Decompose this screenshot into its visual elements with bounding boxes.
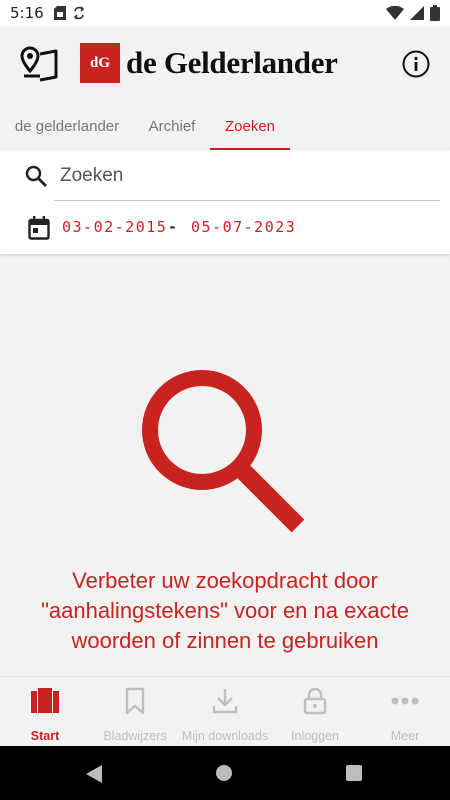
calendar-icon[interactable] — [28, 216, 50, 240]
nav-label-downloads: Mijn downloads — [181, 729, 269, 743]
logo: dG de Gelderlander — [80, 43, 338, 83]
tab-zoeken[interactable]: Zoeken — [210, 102, 290, 150]
sim-card-icon — [53, 6, 66, 20]
nav-start[interactable]: Start — [0, 677, 90, 746]
system-nav-bar — [0, 746, 450, 800]
nav-more[interactable]: Meer — [360, 677, 450, 746]
search-icon — [25, 165, 47, 187]
nav-label-more: Meer — [390, 729, 420, 743]
more-icon — [391, 697, 419, 705]
tab-bar: de gelderlander Archief Zoeken — [0, 102, 450, 150]
nav-label-bookmarks: Bladwijzers — [103, 729, 167, 743]
sync-icon — [73, 6, 84, 20]
download-icon — [212, 689, 238, 714]
nav-bookmarks[interactable]: Bladwijzers — [90, 677, 180, 746]
map-location-icon[interactable] — [20, 46, 60, 82]
newspaper-icon — [31, 688, 59, 713]
search-input[interactable] — [60, 158, 440, 194]
search-underline — [54, 200, 440, 201]
bookmark-icon — [125, 687, 145, 715]
wifi-icon — [386, 6, 404, 20]
nav-label-login: Inloggen — [291, 729, 339, 743]
home-icon[interactable] — [216, 765, 232, 781]
app-header: dG de Gelderlander — [0, 26, 450, 102]
date-to[interactable]: 05-07-2023 — [191, 218, 296, 236]
nav-downloads[interactable]: Mijn downloads — [180, 677, 270, 746]
status-time: 5:16 — [10, 4, 44, 22]
back-icon[interactable] — [86, 765, 102, 783]
tab-de-gelderlander[interactable]: de gelderlander — [0, 102, 134, 150]
recent-apps-icon[interactable] — [346, 765, 362, 781]
bottom-nav: Start Bladwijzers Mijn downloads Inlogge… — [0, 676, 450, 746]
nav-login[interactable]: Inloggen — [270, 677, 360, 746]
info-icon[interactable] — [402, 50, 430, 78]
date-from[interactable]: 03-02-2015 — [62, 218, 167, 236]
search-panel: 03-02-2015 - 05-07-2023 — [0, 150, 450, 254]
lock-icon — [303, 687, 327, 715]
date-separator: - — [168, 218, 179, 236]
battery-icon — [430, 5, 440, 21]
signal-icon — [410, 6, 424, 20]
nav-label-start: Start — [30, 729, 60, 743]
logo-text: de Gelderlander — [126, 45, 338, 80]
search-hint-text: Verbeter uw zoekopdracht door "aanhaling… — [41, 568, 409, 653]
tab-archief[interactable]: Archief — [134, 102, 210, 150]
logo-mark: dG — [80, 43, 120, 83]
status-bar: 5:16 — [0, 0, 450, 26]
magnifier-icon — [142, 370, 305, 533]
